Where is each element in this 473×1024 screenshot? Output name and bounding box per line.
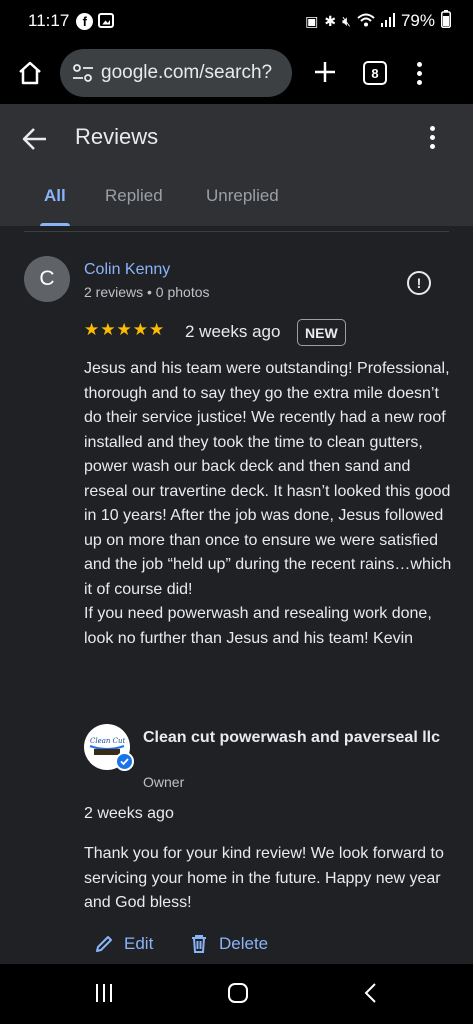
mute-icon: 🔇︎ xyxy=(342,12,351,29)
system-icons: ▣ ✱ 🔇︎ 79% xyxy=(305,10,451,32)
delete-reply-button[interactable]: Delete xyxy=(189,934,268,954)
edit-label[interactable]: Edit xyxy=(124,934,153,954)
delete-label[interactable]: Delete xyxy=(219,934,268,954)
plus-icon xyxy=(315,62,335,82)
reply-time: 2 weeks ago xyxy=(84,805,174,822)
active-tab-indicator xyxy=(40,223,70,226)
bluetooth-icon: ✱ xyxy=(324,12,337,29)
reviews-header xyxy=(0,104,473,226)
status-bar: 11:17 f ▣ ✱ 🔇︎ 79% xyxy=(0,0,473,42)
star-rating: ★★★★★ xyxy=(84,320,166,339)
edit-reply-button[interactable]: Edit xyxy=(94,934,153,954)
review-text: Jesus and his team were outstanding! Pro… xyxy=(84,360,452,647)
nav-home-button[interactable] xyxy=(228,983,248,1003)
notification-icons: f xyxy=(76,12,115,30)
address-bar[interactable]: google.com/search? xyxy=(60,49,292,97)
system-nav-bar xyxy=(0,964,473,1024)
tab-replied[interactable]: Replied xyxy=(105,186,163,206)
home-button[interactable] xyxy=(0,42,60,104)
reviews-menu-button[interactable] xyxy=(430,126,435,149)
verified-badge-icon xyxy=(115,752,134,771)
battery-saver-icon: ▣ xyxy=(305,12,319,29)
report-icon[interactable]: ! xyxy=(407,271,431,295)
new-badge: NEW xyxy=(297,319,346,346)
reply-text: Thank you for your kind review! We look … xyxy=(84,845,444,911)
new-tab-button[interactable] xyxy=(302,56,348,90)
trash-icon xyxy=(192,935,206,953)
pencil-icon xyxy=(96,936,112,952)
gallery-icon xyxy=(98,12,115,28)
browser-toolbar: google.com/search? 8 xyxy=(0,42,473,104)
facebook-icon: f xyxy=(76,12,94,30)
wifi-icon xyxy=(357,13,375,30)
site-info-icon[interactable] xyxy=(70,60,96,86)
reviewer-meta: 2 reviews • 0 photos xyxy=(84,284,210,300)
status-time: 11:17 xyxy=(28,11,70,30)
battery-level: 79% xyxy=(400,11,435,30)
avatar[interactable]: C xyxy=(24,256,70,302)
svg-text:Clean Cut: Clean Cut xyxy=(90,737,126,745)
owner-role: Owner xyxy=(143,774,185,790)
home-icon xyxy=(19,61,41,85)
nav-back-icon[interactable] xyxy=(360,982,382,1004)
reviewer-name[interactable]: Colin Kenny xyxy=(84,261,170,279)
tab-switcher-button[interactable]: 8 xyxy=(363,61,387,85)
page-title: Reviews xyxy=(75,124,159,149)
divider xyxy=(24,231,449,232)
recent-apps-button[interactable] xyxy=(96,984,112,1002)
back-arrow-icon[interactable] xyxy=(22,126,48,152)
battery-icon xyxy=(441,10,451,32)
owner-name: Clean cut powerwash and paverseal llc xyxy=(143,729,440,746)
url-text[interactable]: google.com/search? xyxy=(101,62,272,84)
browser-menu-button[interactable] xyxy=(417,61,422,85)
tab-unreplied[interactable]: Unreplied xyxy=(206,186,279,206)
signal-icon xyxy=(380,12,395,30)
review-time: 2 weeks ago xyxy=(185,322,281,341)
tab-all[interactable]: All xyxy=(44,186,66,206)
